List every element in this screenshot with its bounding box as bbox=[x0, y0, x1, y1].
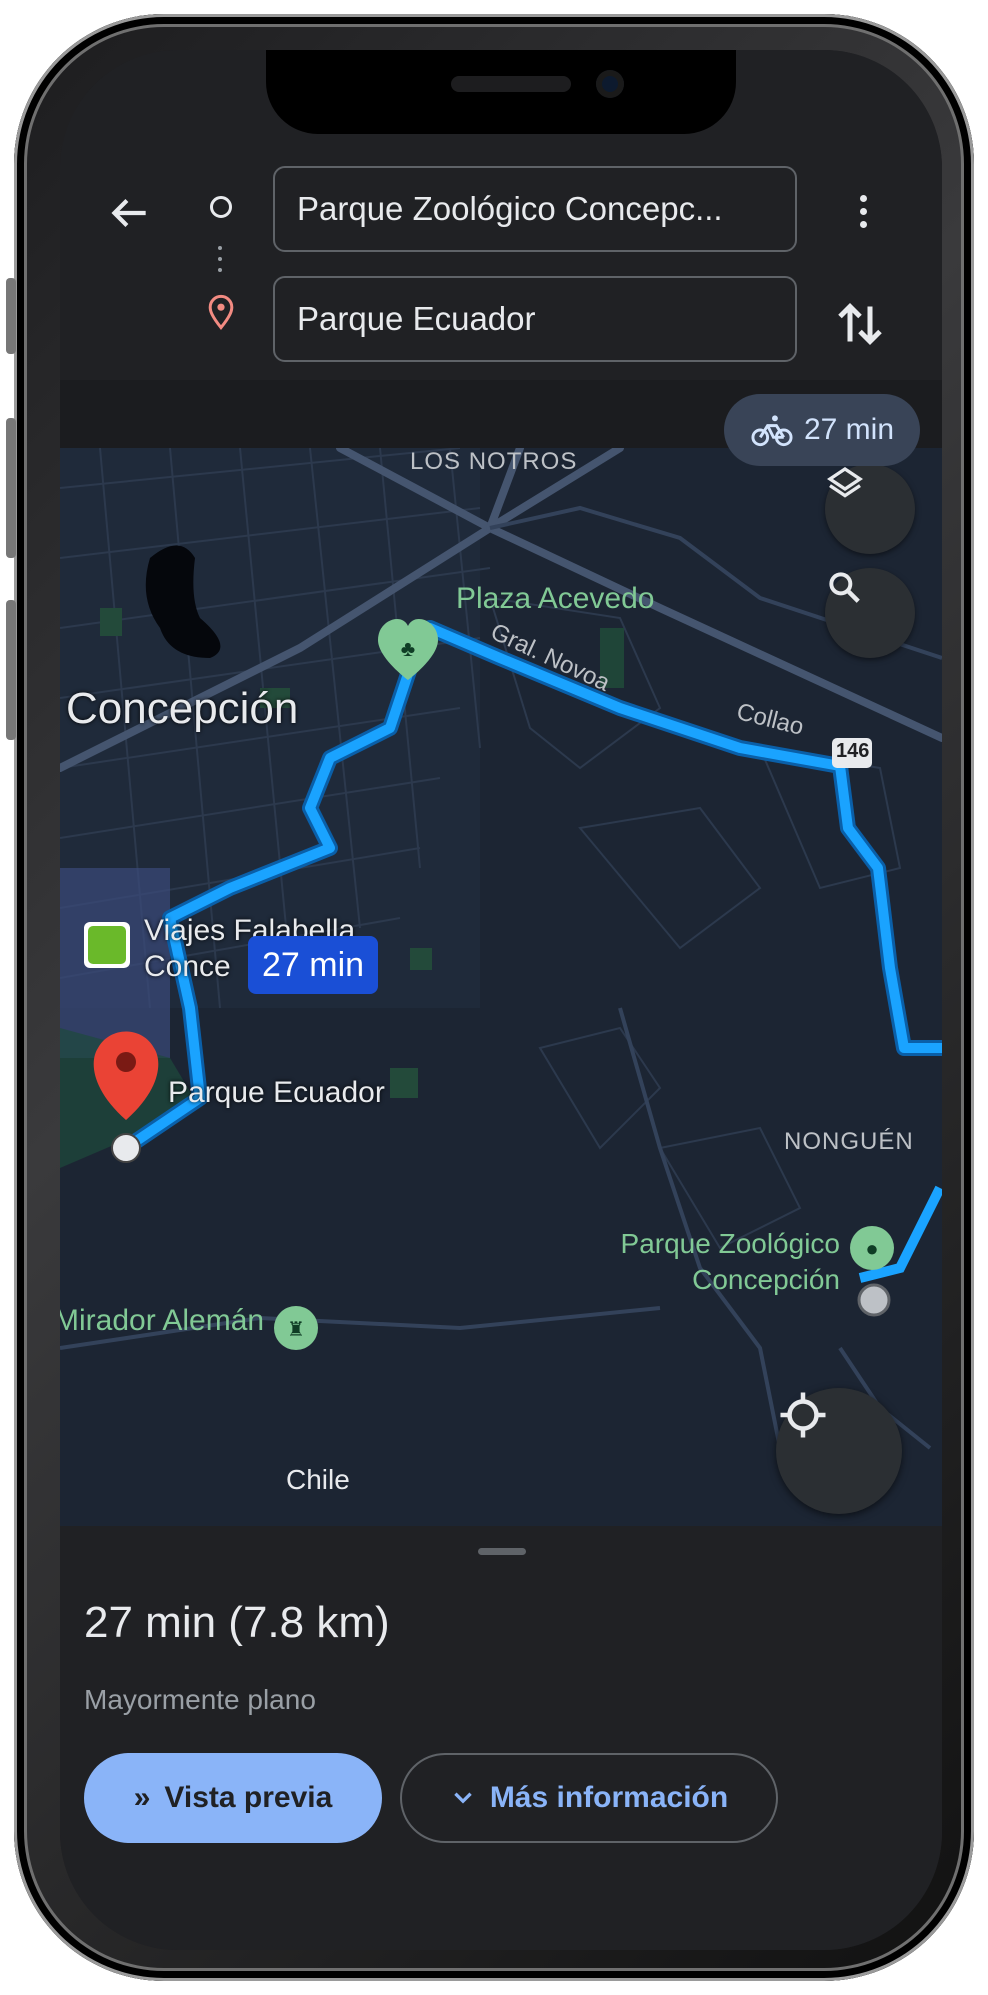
my-location-button[interactable] bbox=[776, 1388, 902, 1514]
more-info-button-label: Más información bbox=[489, 1781, 729, 1814]
more-vert-icon bbox=[859, 195, 867, 202]
route-connector-dots bbox=[218, 246, 222, 279]
svg-text:♣: ♣ bbox=[401, 636, 415, 661]
svg-text:♜: ♜ bbox=[287, 1319, 305, 1341]
label-chile: Chile bbox=[286, 1464, 350, 1495]
swap-vertical-icon bbox=[838, 302, 882, 346]
mute-switch bbox=[6, 278, 16, 354]
label-nonguen: NONGUÉN bbox=[784, 1128, 914, 1155]
destination-field[interactable]: Parque Ecuador bbox=[273, 276, 797, 362]
notch bbox=[266, 50, 736, 134]
speaker-grille bbox=[451, 76, 571, 92]
more-info-button[interactable]: Más información bbox=[400, 1753, 778, 1843]
preview-button[interactable]: » Vista previa bbox=[84, 1753, 382, 1843]
swap-button[interactable] bbox=[830, 294, 890, 354]
origin-circle-icon bbox=[210, 196, 232, 218]
label-concepcion: Concepción bbox=[66, 684, 299, 733]
label-zoo-line1[interactable]: Parque Zoológico bbox=[588, 1228, 840, 1260]
bicycle-mode-chip[interactable]: 27 min bbox=[724, 394, 920, 466]
label-viajes-falabella-line2[interactable]: Conce bbox=[144, 950, 231, 984]
label-parque-ecuador[interactable]: Parque Ecuador bbox=[168, 1076, 385, 1110]
front-camera bbox=[596, 70, 624, 98]
svg-text:●: ● bbox=[865, 1236, 878, 1261]
bicycle-icon bbox=[751, 415, 793, 447]
preview-button-label: Vista previa bbox=[164, 1781, 333, 1814]
route-duration: 27 min (7.8 km) bbox=[84, 1598, 390, 1647]
origin-field[interactable]: Parque Zoológico Concepc... bbox=[273, 166, 797, 252]
label-mirador-aleman[interactable]: Mirador Alemán bbox=[60, 1304, 264, 1338]
double-chevron-icon: » bbox=[133, 1781, 151, 1814]
chevron-down-icon bbox=[454, 1792, 472, 1804]
search-along-route-button[interactable] bbox=[825, 568, 915, 658]
sheet-drag-handle[interactable] bbox=[478, 1548, 526, 1555]
route-summary-sheet: 27 min (7.8 km) Mayormente plano » Vista… bbox=[60, 1526, 942, 1950]
label-zoo-line2[interactable]: Concepción bbox=[588, 1264, 840, 1296]
label-los-notros: LOS NOTROS bbox=[410, 448, 578, 475]
volume-up-button bbox=[6, 418, 16, 558]
volume-down-button bbox=[6, 600, 16, 740]
label-plaza-acevedo[interactable]: Plaza Acevedo bbox=[456, 582, 654, 616]
back-button[interactable] bbox=[104, 188, 154, 238]
destination-pin-icon bbox=[206, 294, 236, 335]
more-options-button[interactable] bbox=[843, 190, 883, 250]
mode-duration-label: 27 min bbox=[803, 413, 895, 446]
map-view[interactable]: ♣ ● ♜ LOS NOTROS Plaza Acevedo Gral. Nov… bbox=[60, 448, 942, 1526]
route-terrain: Mayormente plano bbox=[84, 1684, 316, 1715]
route-time-pill[interactable]: 27 min bbox=[248, 936, 379, 994]
arrow-left-icon bbox=[111, 199, 146, 227]
layers-button[interactable] bbox=[825, 464, 915, 554]
route-146-label: 146 bbox=[836, 740, 870, 762]
phone-screen: ♣ ● ♜ LOS NOTROS Plaza Acevedo Gral. Nov… bbox=[60, 50, 942, 1950]
